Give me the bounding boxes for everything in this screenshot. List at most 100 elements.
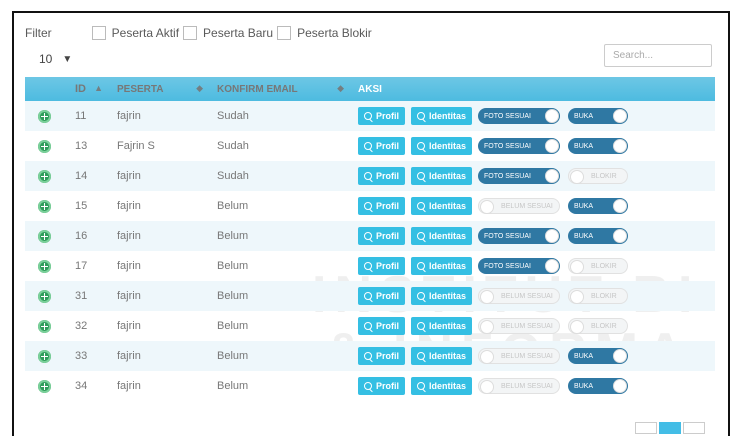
identitas-button[interactable]: Identitas [411,227,473,245]
profil-button[interactable]: Profil [358,317,406,335]
profil-button[interactable]: Profil [358,257,406,275]
plus-circle-icon[interactable] [37,109,51,123]
status-toggle[interactable]: BUKA [568,348,629,364]
identitas-button[interactable]: Identitas [411,257,473,275]
status-toggle[interactable]: BUKA [568,378,629,394]
pagination-prev[interactable] [635,422,657,434]
profil-button[interactable]: Profil [358,227,406,245]
cell-id: 15 [75,200,88,212]
cell-aksi: Profil Identitas BELUM SESUAI BUKA [352,371,715,401]
plus-circle-icon[interactable] [37,169,51,183]
identitas-button[interactable]: Identitas [411,347,473,365]
table-footer [25,422,715,434]
expand-cell[interactable] [25,281,63,311]
cell-konfirm-email: Belum [217,380,249,392]
plus-circle-icon[interactable] [37,319,51,333]
status-toggle[interactable]: BUKA [568,138,629,154]
profil-button-label: Profil [376,261,400,271]
profil-button[interactable]: Profil [358,347,406,365]
status-toggle[interactable]: BLOKIR [568,288,629,304]
foto-toggle[interactable]: BELUM SESUAI [478,348,561,364]
search-icon [417,382,426,390]
expand-cell[interactable] [25,161,63,191]
foto-toggle[interactable]: BELUM SESUAI [478,288,561,304]
status-toggle[interactable]: BLOKIR [568,258,629,274]
header-peserta[interactable]: PESERTA ◆ [111,77,211,101]
cell-id: 14 [75,170,88,182]
expand-cell[interactable] [25,371,63,401]
foto-toggle[interactable]: FOTO SESUAI [478,138,561,154]
pagination-next[interactable] [683,422,705,434]
toggle-knob [480,290,495,304]
header-expand [25,77,63,101]
foto-toggle[interactable]: BELUM SESUAI [478,378,561,394]
plus-circle-icon[interactable] [37,289,51,303]
foto-toggle-label: FOTO SESUAI [484,262,531,270]
profil-button[interactable]: Profil [358,287,406,305]
foto-toggle[interactable]: BELUM SESUAI [478,318,561,334]
checkbox-box[interactable] [183,26,198,40]
filter-checkbox-blokir[interactable]: Peserta Blokir [277,26,372,40]
identitas-button[interactable]: Identitas [411,167,473,185]
search-icon [417,142,426,150]
identitas-button[interactable]: Identitas [411,287,473,305]
status-toggle[interactable]: BLOKIR [568,168,629,184]
cell-aksi: Profil Identitas BELUM SESUAI BLOKIR [352,281,715,311]
sort-up-icon: ▲ [94,83,103,93]
status-toggle[interactable]: BUKA [568,108,629,124]
cell-konfirm-email: Sudah [217,140,249,152]
plus-circle-icon[interactable] [37,199,51,213]
cell-peserta: fajrin [117,290,141,302]
pagination-page[interactable] [659,422,681,434]
expand-cell[interactable] [25,101,63,131]
plus-circle-icon[interactable] [37,379,51,393]
identitas-button[interactable]: Identitas [411,107,473,125]
status-toggle[interactable]: BLOKIR [568,318,629,334]
expand-cell[interactable] [25,251,63,281]
page-size-select[interactable]: 10 ▼ [25,46,77,72]
profil-button[interactable]: Profil [358,167,406,185]
plus-circle-icon[interactable] [37,259,51,273]
plus-circle-icon[interactable] [37,229,51,243]
pagination [633,422,705,434]
header-id[interactable]: ID ▲ [63,77,111,101]
status-toggle-label: BUKA [574,352,594,360]
expand-cell[interactable] [25,221,63,251]
plus-circle-icon[interactable] [37,139,51,153]
expand-cell[interactable] [25,311,63,341]
filter-checkbox-baru[interactable]: Peserta Baru [183,26,273,40]
header-konfirm-email[interactable]: KONFIRM EMAIL ◆ [211,77,352,101]
expand-cell[interactable] [25,191,63,221]
toggle-knob [480,380,495,394]
foto-toggle[interactable]: FOTO SESUAI [478,108,561,124]
expand-cell[interactable] [25,341,63,371]
checkbox-box[interactable] [91,26,106,40]
identitas-button[interactable]: Identitas [411,197,473,215]
checkbox-box[interactable] [277,26,292,40]
foto-toggle[interactable]: FOTO SESUAI [478,168,561,184]
status-toggle[interactable]: BUKA [568,198,629,214]
search-input[interactable]: Search... [604,44,712,67]
toggle-knob [570,170,585,184]
profil-button[interactable]: Profil [358,137,406,155]
foto-toggle-label: FOTO SESUAI [484,142,531,150]
profil-button[interactable]: Profil [358,377,406,395]
identitas-button[interactable]: Identitas [411,377,473,395]
profil-button[interactable]: Profil [358,197,406,215]
status-toggle[interactable]: BUKA [568,228,629,244]
identitas-button[interactable]: Identitas [411,317,473,335]
identitas-button[interactable]: Identitas [411,137,473,155]
cell-peserta: fajrin [117,380,141,392]
foto-toggle[interactable]: BELUM SESUAI [478,198,561,214]
toggle-knob [613,139,628,153]
plus-circle-icon[interactable] [37,349,51,363]
toggle-knob [613,349,628,363]
profil-button[interactable]: Profil [358,107,406,125]
foto-toggle[interactable]: FOTO SESUAI [478,258,561,274]
expand-cell[interactable] [25,131,63,161]
foto-toggle[interactable]: FOTO SESUAI [478,228,561,244]
toggle-knob [480,350,495,364]
cell-peserta: fajrin [117,110,141,122]
filter-checkbox-aktif[interactable]: Peserta Aktif [91,26,179,40]
identitas-button-label: Identitas [429,321,467,331]
